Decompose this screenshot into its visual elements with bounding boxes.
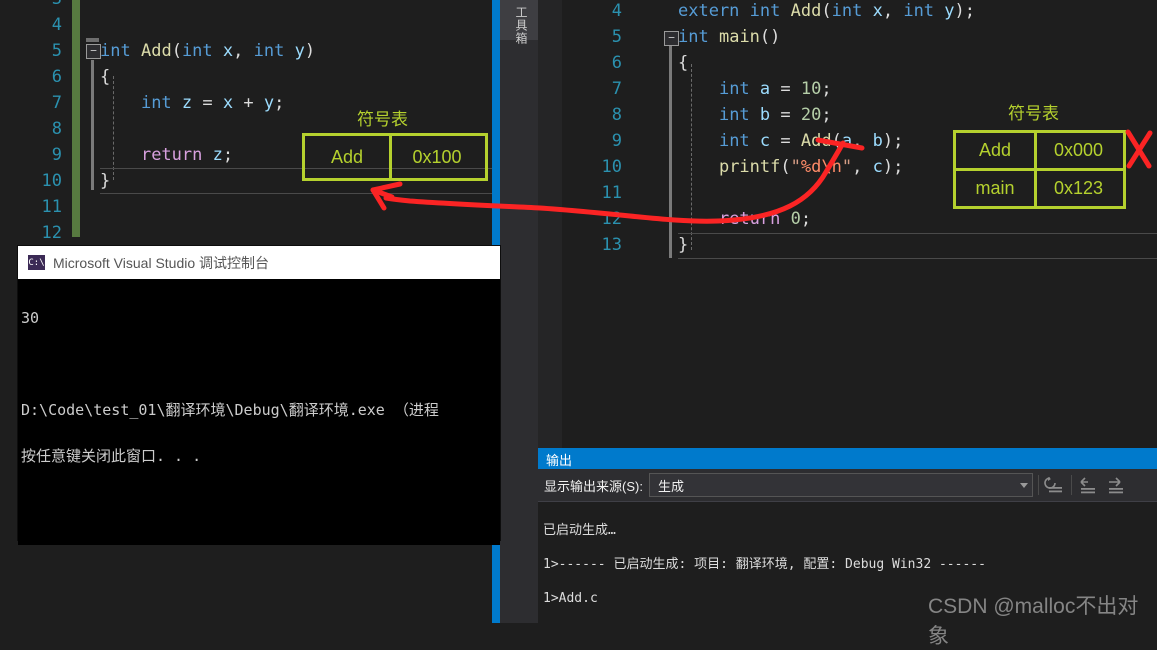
console-app-icon: C:\: [28, 255, 45, 270]
output-toolbar[interactable]: 显示输出来源(S): 生成: [538, 469, 1157, 502]
code-line: [100, 116, 315, 142]
line-number: 5: [0, 38, 62, 64]
symbol-name-cell: Add: [956, 133, 1037, 168]
line-number: 4: [562, 0, 622, 24]
symbol-table-row: Add 0x000: [956, 133, 1123, 168]
output-source-label: 显示输出来源(S):: [544, 476, 643, 495]
line-number: 8: [0, 116, 62, 142]
output-log-line: 已启动生成…: [543, 522, 1157, 539]
code-line: }: [100, 168, 315, 194]
line-number: 7: [562, 76, 622, 102]
go-to-next-icon[interactable]: [1105, 474, 1127, 496]
cross-mark-annotation-icon: [1124, 128, 1154, 170]
collapse-minus-icon[interactable]: −: [86, 44, 101, 59]
code-line: {: [678, 50, 975, 76]
code-line: int b = 20;: [678, 102, 975, 128]
symbol-address-cell: 0x100: [392, 136, 482, 178]
output-source-value: 生成: [658, 476, 684, 495]
go-to-previous-icon[interactable]: [1077, 474, 1099, 496]
symbol-table-left-title: 符号表: [357, 105, 408, 130]
console-title-bar[interactable]: C:\ Microsoft Visual Studio 调试控制台: [18, 246, 500, 279]
code-line-call-add: int c = Add(a, b);: [678, 128, 975, 154]
line-number: 12: [562, 206, 622, 232]
line-number: 10: [0, 168, 62, 194]
line-number: 6: [0, 64, 62, 90]
output-tab-label: 输出: [546, 450, 572, 469]
line-number: 13: [562, 232, 622, 258]
symbol-address-cell: 0x000: [1037, 133, 1120, 168]
symbol-table-right-title: 符号表: [1008, 99, 1059, 124]
code-line: int z = x + y;: [100, 90, 315, 116]
console-line: 按任意键关闭此窗口. . .: [21, 445, 497, 468]
console-line: [21, 353, 497, 376]
code-line-printf: printf("%d\n", c);: [678, 154, 975, 180]
toolbar-separator: [1038, 475, 1039, 495]
symbol-name-cell: main: [956, 171, 1037, 206]
code-line-main-signature: int main(): [678, 24, 975, 50]
change-indicator-bar: [72, 0, 80, 237]
console-line: 30: [21, 307, 497, 330]
code-line: int a = 10;: [678, 76, 975, 102]
console-output-area[interactable]: 30 D:\Code\test_01\翻译环境\Debug\翻译环境.exe （…: [18, 279, 500, 545]
line-number: 12: [0, 220, 62, 246]
code-separator-line: [678, 258, 1157, 259]
code-line: [100, 12, 315, 38]
line-number: 9: [562, 128, 622, 154]
current-scope-bar: [669, 46, 672, 258]
toolbox-tab[interactable]: 工具箱: [500, 0, 538, 623]
line-number: 9: [0, 142, 62, 168]
symbol-name-cell: Add: [305, 136, 392, 178]
code-line-add-signature: int Add(int x, int y): [100, 38, 315, 64]
line-number: 8: [562, 102, 622, 128]
code-line: [100, 220, 315, 246]
output-tab-header[interactable]: 输出: [538, 449, 1157, 469]
code-line: [100, 0, 315, 12]
output-log-line: 1>------ 已启动生成: 项目: 翻译环境, 配置: Debug Win3…: [543, 556, 1157, 573]
line-number: 11: [0, 194, 62, 220]
toolbox-tab-label: 工具箱: [513, 6, 530, 45]
symbol-table-right: Add 0x000 main 0x123: [953, 130, 1126, 209]
line-number: 3: [0, 0, 62, 12]
left-editor-line-numbers: 3 4 5 6 7 8 9 10 11 12: [0, 0, 62, 246]
line-number: 5: [562, 24, 622, 50]
symbol-table-row: Add 0x100: [305, 136, 485, 178]
code-line-extern-decl: extern int Add(int x, int y);: [678, 0, 975, 24]
line-number: 7: [0, 90, 62, 116]
line-number: 4: [0, 12, 62, 38]
output-source-select[interactable]: 生成: [649, 473, 1033, 497]
code-fold-handle-main[interactable]: −: [664, 31, 679, 46]
code-fold-handle-add[interactable]: −: [86, 44, 101, 59]
left-editor-code[interactable]: int Add(int x, int y) { int z = x + y; r…: [100, 0, 315, 246]
code-line: {: [100, 64, 315, 90]
clear-all-icon[interactable]: [1044, 474, 1066, 496]
code-line: }: [678, 232, 975, 258]
console-title-text: Microsoft Visual Studio 调试控制台: [53, 253, 269, 273]
csdn-watermark: CSDN @malloc不出对象: [928, 590, 1157, 650]
chevron-down-icon[interactable]: [1020, 483, 1028, 488]
right-editor-panel[interactable]: 4 5 6 7 8 9 10 11 12 13 − extern int Add…: [562, 0, 1157, 445]
symbol-table-row: main 0x123: [956, 168, 1123, 206]
code-line: [100, 194, 315, 220]
current-scope-bar: [91, 60, 94, 190]
line-number: 11: [562, 180, 622, 206]
right-editor-code[interactable]: extern int Add(int x, int y); int main()…: [678, 0, 975, 258]
code-line: return z;: [100, 142, 315, 168]
code-line: [678, 180, 975, 206]
line-number: 10: [562, 154, 622, 180]
toolbar-separator: [1071, 475, 1072, 495]
console-line: D:\Code\test_01\翻译环境\Debug\翻译环境.exe （进程: [21, 399, 497, 422]
line-number: 6: [562, 50, 622, 76]
debug-console-window[interactable]: C:\ Microsoft Visual Studio 调试控制台 30 D:\…: [18, 246, 500, 540]
right-editor-line-numbers: 4 5 6 7 8 9 10 11 12 13: [562, 0, 622, 258]
symbol-address-cell: 0x123: [1037, 171, 1120, 206]
code-line: return 0;: [678, 206, 975, 232]
symbol-table-left: Add 0x100: [302, 133, 488, 181]
